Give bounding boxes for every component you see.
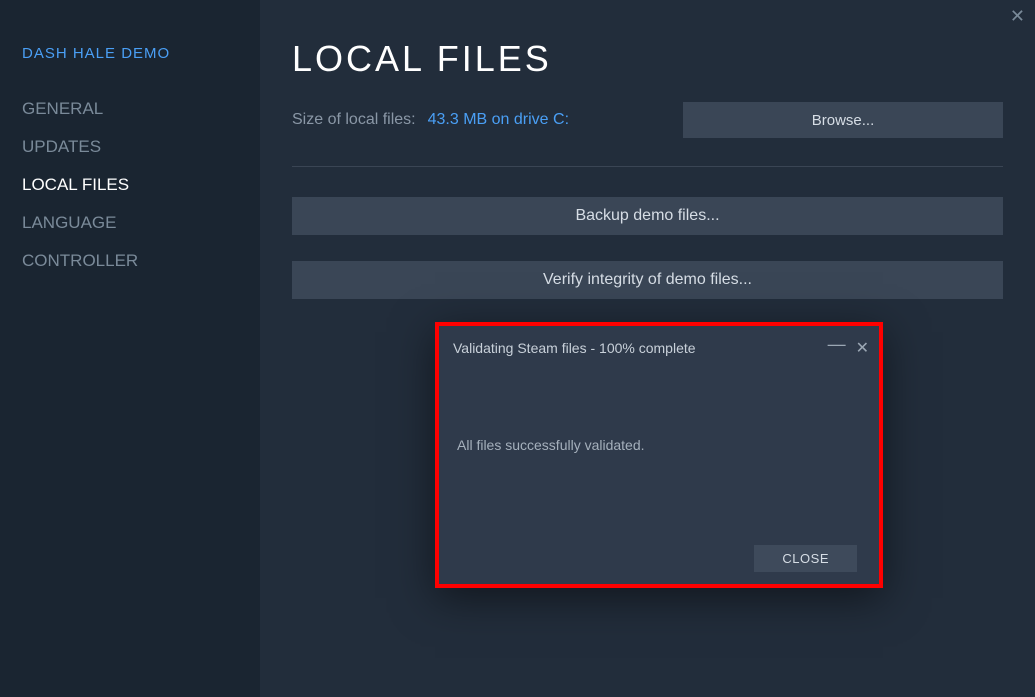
verify-button[interactable]: Verify integrity of demo files... xyxy=(292,261,1003,299)
sidebar-game-title[interactable]: DASH HALE DEMO xyxy=(22,45,238,62)
dialog-titlebar: Validating Steam files - 100% complete —… xyxy=(439,326,879,365)
browse-button[interactable]: Browse... xyxy=(683,102,1003,138)
validation-dialog: Validating Steam files - 100% complete —… xyxy=(435,322,883,588)
size-value: 43.3 MB on drive C: xyxy=(428,111,569,129)
sidebar-item-controller[interactable]: CONTROLLER xyxy=(22,242,238,280)
dialog-close-icon[interactable]: ✕ xyxy=(856,338,869,358)
dialog-message: All files successfully validated. xyxy=(439,365,879,453)
sidebar-item-local-files[interactable]: LOCAL FILES xyxy=(22,166,238,204)
size-row: Size of local files: 43.3 MB on drive C:… xyxy=(292,102,1003,167)
sidebar-item-language[interactable]: LANGUAGE xyxy=(22,204,238,242)
sidebar-item-updates[interactable]: UPDATES xyxy=(22,128,238,166)
close-icon[interactable]: ✕ xyxy=(1010,6,1025,27)
backup-button[interactable]: Backup demo files... xyxy=(292,197,1003,235)
sidebar-item-general[interactable]: GENERAL xyxy=(22,90,238,128)
page-title: LOCAL FILES xyxy=(292,38,1003,80)
size-label: Size of local files: xyxy=(292,111,416,129)
dialog-title: Validating Steam files - 100% complete xyxy=(453,340,696,356)
close-button[interactable]: CLOSE xyxy=(754,545,857,572)
minimize-icon[interactable]: — xyxy=(828,334,846,361)
sidebar: DASH HALE DEMO GENERAL UPDATES LOCAL FIL… xyxy=(0,0,260,697)
